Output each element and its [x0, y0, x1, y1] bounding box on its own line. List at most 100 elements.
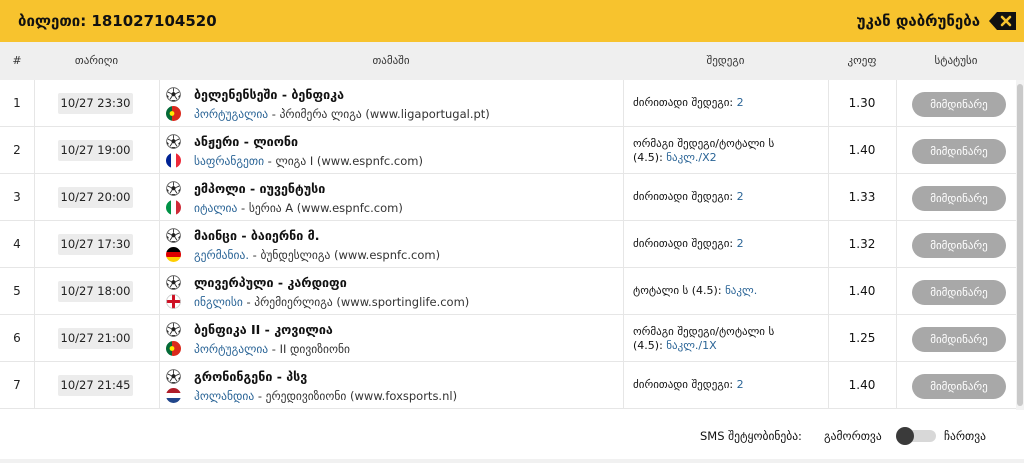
league-name: - ბუნდესლიგა (www.espnfc.com): [248, 248, 441, 262]
match-date: 10/27 21:00: [58, 328, 133, 349]
column-divider: [623, 221, 624, 267]
football-icon: [166, 134, 181, 149]
column-divider: [34, 80, 35, 126]
league-name: - II დივიზიონი: [268, 342, 350, 356]
bet-pick: ნაკლ.: [725, 284, 758, 297]
flag-icon: [166, 200, 181, 215]
match-name[interactable]: ანჟერი - ლიონი: [194, 134, 298, 149]
back-label: უკან დაბრუნება: [856, 12, 980, 30]
row-number: 1: [13, 96, 21, 110]
match-date: 10/27 18:00: [58, 281, 133, 302]
match-name[interactable]: ბელენენსეში - ბენფიკა: [194, 87, 344, 102]
bet-pick: 2: [736, 378, 744, 391]
coefficient: 1.32: [848, 237, 876, 251]
match-date: 10/27 21:45: [58, 375, 133, 396]
row-number: 6: [13, 331, 21, 345]
status-badge[interactable]: მიმდინარე: [912, 233, 1006, 258]
table-row[interactable]: 1 10/27 23:30 ბელენენსეში - ბენფიკა პორტუგა…: [0, 80, 1016, 127]
status-badge[interactable]: მიმდინარე: [912, 280, 1006, 305]
table-row[interactable]: 6 10/27 21:00 ბენფიკა II - კოვილია პორტუგალ…: [0, 315, 1016, 362]
footer: SMS შეტყობინება: გამორთვა ჩართვა: [0, 410, 1024, 463]
column-divider: [159, 362, 160, 408]
column-divider: [623, 80, 624, 126]
country-link[interactable]: გერმანია.: [194, 248, 249, 262]
match-date: 10/27 17:30: [58, 234, 133, 255]
sms-notifications-label: SMS შეტყობინება:: [700, 429, 802, 443]
match-date: 10/27 20:00: [58, 187, 133, 208]
column-divider: [159, 80, 160, 126]
table-row[interactable]: 7 10/27 21:45 გრონინგენი - პსვ ჰოლანდია - ე…: [0, 362, 1016, 409]
column-divider: [623, 315, 624, 361]
league-info: პორტუგალია - II დივიზიონი: [194, 342, 350, 356]
match-name[interactable]: ლივერპული - კარდიფი: [194, 275, 347, 290]
column-divider: [896, 362, 897, 408]
status-badge[interactable]: მიმდინარე: [912, 92, 1006, 117]
status-badge[interactable]: მიმდინარე: [912, 186, 1006, 211]
country-link[interactable]: საფრანგეთი: [194, 154, 264, 168]
country-link[interactable]: იტალია: [194, 201, 237, 215]
status-badge[interactable]: მიმდინარე: [912, 374, 1006, 399]
flag-icon: [166, 106, 181, 121]
country-link[interactable]: პორტუგალია: [194, 107, 268, 121]
country-link[interactable]: ინგლისი: [194, 295, 243, 309]
table-row[interactable]: 2 10/27 19:00 ანჟერი - ლიონი საფრანგეთი - ლ…: [0, 127, 1016, 174]
match-name[interactable]: მაინცი - ბაიერნი მ.: [194, 228, 319, 243]
column-divider: [623, 127, 624, 173]
bet-result: ძირითადი შედეგი: 2: [633, 237, 823, 251]
match-name[interactable]: ბენფიკა II - კოვილია: [194, 322, 333, 337]
scrollbar-thumb[interactable]: [1017, 84, 1023, 406]
column-divider: [159, 268, 160, 314]
column-divider: [159, 174, 160, 220]
country-link[interactable]: პორტუგალია: [194, 342, 268, 356]
league-name: - ერედივიზიონი (www.foxsports.nl): [254, 389, 458, 403]
coefficient: 1.30: [848, 96, 876, 110]
bet-type: ორმაგი შედეგი/ტოტალი ს: [633, 325, 775, 338]
country-link[interactable]: ჰოლანდია: [194, 389, 254, 403]
row-number: 5: [13, 284, 21, 298]
bet-pick: 2: [736, 190, 744, 203]
table-row[interactable]: 4 10/27 17:30 მაინცი - ბაიერნი მ. გერმანია.…: [0, 221, 1016, 268]
football-icon: [166, 181, 181, 196]
bets-table: 1 10/27 23:30 ბელენენსეში - ბენფიკა პორტუგა…: [0, 80, 1016, 409]
bottom-strip: [0, 459, 1024, 463]
league-info: პორტუგალია - პრიმერა ლიგა (www.ligaportu…: [194, 107, 490, 121]
column-divider: [896, 268, 897, 314]
bet-result: ძირითადი შედეგი: 2: [633, 190, 823, 204]
bet-result: ძირითადი შედეგი: 2: [633, 96, 823, 110]
bet-pick: ნაკლ./1X: [666, 339, 717, 352]
flag-icon: [166, 388, 181, 403]
column-divider: [159, 127, 160, 173]
football-icon: [166, 322, 181, 337]
bet-pick: ნაკლ./X2: [666, 151, 717, 164]
back-button[interactable]: უკან დაბრუნება: [857, 10, 1024, 32]
table-row[interactable]: 5 10/27 18:00 ლივერპული - კარდიფი ინგლისი -…: [0, 268, 1016, 315]
table-row[interactable]: 3 10/27 20:00 ემპოლი - იუვენტუსი იტალია - ს…: [0, 174, 1016, 221]
sms-toggle[interactable]: [896, 427, 936, 445]
column-divider: [159, 221, 160, 267]
status-badge[interactable]: მიმდინარე: [912, 139, 1006, 164]
column-divider: [896, 221, 897, 267]
column-divider: [159, 315, 160, 361]
column-divider: [623, 362, 624, 408]
column-divider: [34, 127, 35, 173]
sms-toggle-knob: [896, 427, 914, 445]
sms-off-label[interactable]: გამორთვა: [824, 429, 882, 443]
bet-type: ძირითადი შედეგი:: [633, 190, 737, 203]
column-divider: [896, 174, 897, 220]
match-name[interactable]: ემპოლი - იუვენტუსი: [194, 181, 325, 196]
row-number: 7: [13, 378, 21, 392]
sms-on-label[interactable]: ჩართვა: [944, 429, 986, 443]
ticket-number: ბილეთი: 181027104520: [18, 12, 217, 30]
league-name: - პრიმერა ლიგა (www.ligaportugal.pt): [268, 107, 490, 121]
match-name[interactable]: გრონინგენი - პსვ: [194, 369, 307, 384]
column-divider: [34, 268, 35, 314]
coefficient: 1.40: [848, 284, 876, 298]
row-number: 2: [13, 143, 21, 157]
match-date: 10/27 23:30: [58, 93, 133, 114]
column-header-number: #: [12, 54, 22, 67]
coefficient: 1.33: [848, 190, 876, 204]
column-divider: [896, 80, 897, 126]
status-badge[interactable]: მიმდინარე: [912, 327, 1006, 352]
column-divider: [34, 362, 35, 408]
league-info: ინგლისი - პრემიერლიგა (www.sportinglife.…: [194, 295, 469, 309]
